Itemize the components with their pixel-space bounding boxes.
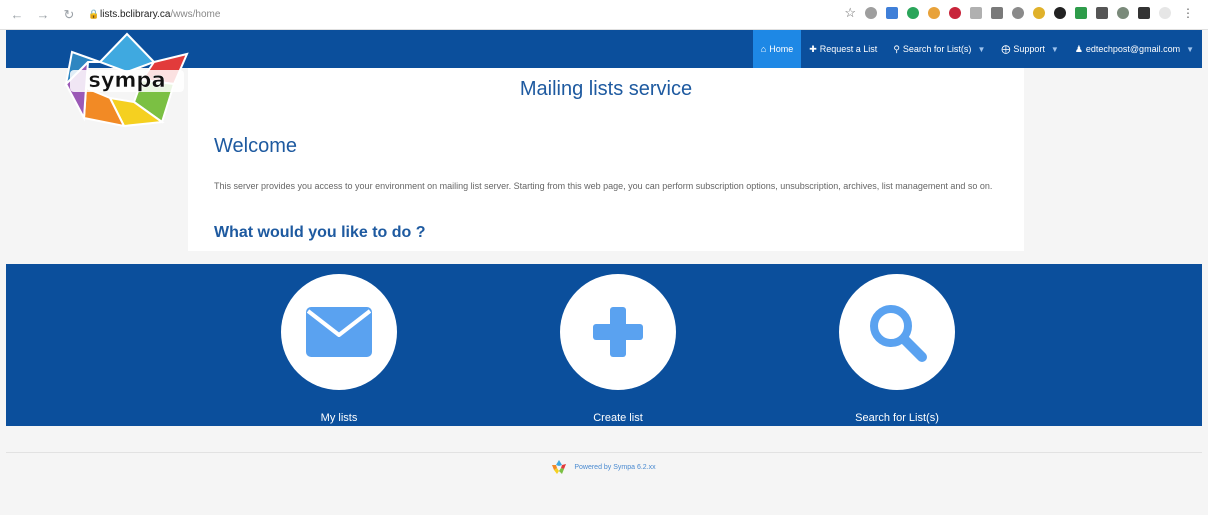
extension-icon[interactable] — [1012, 7, 1024, 19]
footer: Powered by Sympa 6.2.xx — [0, 460, 1208, 474]
sympa-small-logo-icon — [552, 460, 567, 474]
home-icon: ⌂ — [760, 44, 767, 54]
search-icon: ⚲ — [893, 43, 900, 54]
url-path: /wws/home — [170, 9, 221, 20]
chevron-down-icon: ▼ — [977, 44, 986, 54]
back-icon[interactable]: ← — [8, 6, 26, 24]
extension-icon[interactable] — [1033, 7, 1045, 19]
search-lists-action[interactable]: Search for List(s) — [817, 274, 977, 424]
bookmark-star-icon[interactable]: ☆ — [844, 6, 856, 19]
envelope-icon — [306, 307, 372, 357]
magnifier-icon — [870, 305, 927, 362]
extension-icon[interactable] — [1096, 7, 1108, 19]
main-content: Mailing lists service Welcome This serve… — [188, 68, 1024, 251]
extension-icon[interactable] — [907, 7, 919, 19]
search-lists-circle[interactable] — [839, 274, 955, 390]
lifebuoy-icon: ⨁ — [1001, 43, 1011, 54]
extension-icon[interactable] — [1075, 7, 1087, 19]
nav-support-label: Support — [1013, 44, 1045, 54]
nav-search-lists-label: Search for List(s) — [902, 44, 972, 54]
logo-text: sympa — [88, 68, 165, 92]
extension-icon[interactable] — [886, 7, 898, 19]
welcome-heading: Welcome — [214, 135, 297, 157]
nav-home[interactable]: ⌂ Home — [752, 30, 802, 68]
chevron-down-icon: ▼ — [1050, 44, 1059, 54]
extension-icon[interactable] — [928, 7, 940, 19]
extension-icon[interactable] — [1054, 7, 1066, 19]
sympa-logo[interactable]: sympa — [62, 32, 192, 128]
puzzle-icon[interactable] — [1138, 7, 1150, 19]
chevron-down-icon: ▼ — [1186, 44, 1194, 54]
extension-icon[interactable] — [970, 7, 982, 19]
reload-icon[interactable]: ↻ — [60, 6, 78, 24]
address-bar[interactable]: 🔒 lists.bclibrary.ca/wws/home — [88, 4, 220, 26]
create-list-label: Create list — [593, 412, 643, 424]
nav-support[interactable]: ⨁ Support ▼ — [993, 30, 1066, 68]
profile-avatar-icon[interactable] — [1159, 7, 1171, 19]
powered-by-link[interactable]: Powered by Sympa 6.2.xx — [574, 464, 655, 471]
actions-band: My lists Create list Search for List(s) — [6, 264, 1202, 426]
create-list-circle[interactable] — [560, 274, 676, 390]
user-icon: ♟ — [1074, 43, 1083, 54]
extensions-bar: ☆ ⋮ — [844, 6, 1194, 19]
intro-text: This server provides you access to your … — [214, 181, 993, 191]
nav-home-label: Home — [769, 44, 794, 54]
extension-icon[interactable] — [949, 7, 961, 19]
actions-heading: What would you like to do ? — [214, 224, 426, 241]
url-host: lists.bclibrary.ca — [100, 9, 171, 20]
nav-request-list[interactable]: ✚ Request a List — [801, 30, 885, 68]
nav-search-lists[interactable]: ⚲ Search for List(s) ▼ — [885, 30, 993, 68]
search-lists-label: Search for List(s) — [855, 412, 939, 424]
my-lists-label: My lists — [320, 412, 358, 424]
nav-user-email: edtechpost@gmail.com — [1085, 44, 1181, 54]
extension-icon[interactable] — [991, 7, 1003, 19]
footer-divider — [6, 452, 1202, 453]
menu-kebab-icon[interactable]: ⋮ — [1182, 7, 1194, 19]
nav-request-list-label: Request a List — [819, 44, 878, 54]
page-title: Mailing lists service — [519, 78, 693, 100]
browser-toolbar: ← → ↻ 🔒 lists.bclibrary.ca/wws/home ☆ ⋮ — [0, 0, 1208, 30]
create-list-action[interactable]: Create list — [538, 274, 698, 424]
extension-icon[interactable] — [1117, 7, 1129, 19]
my-lists-circle[interactable] — [281, 274, 397, 390]
extension-icon[interactable] — [865, 7, 877, 19]
plus-icon: ✚ — [809, 43, 817, 54]
plus-icon — [593, 307, 643, 357]
forward-icon[interactable]: → — [34, 6, 52, 24]
nav-user-account[interactable]: ♟ edtechpost@gmail.com ▼ — [1067, 30, 1202, 68]
lock-icon: 🔒 — [88, 9, 100, 19]
my-lists-action[interactable]: My lists — [259, 274, 419, 424]
